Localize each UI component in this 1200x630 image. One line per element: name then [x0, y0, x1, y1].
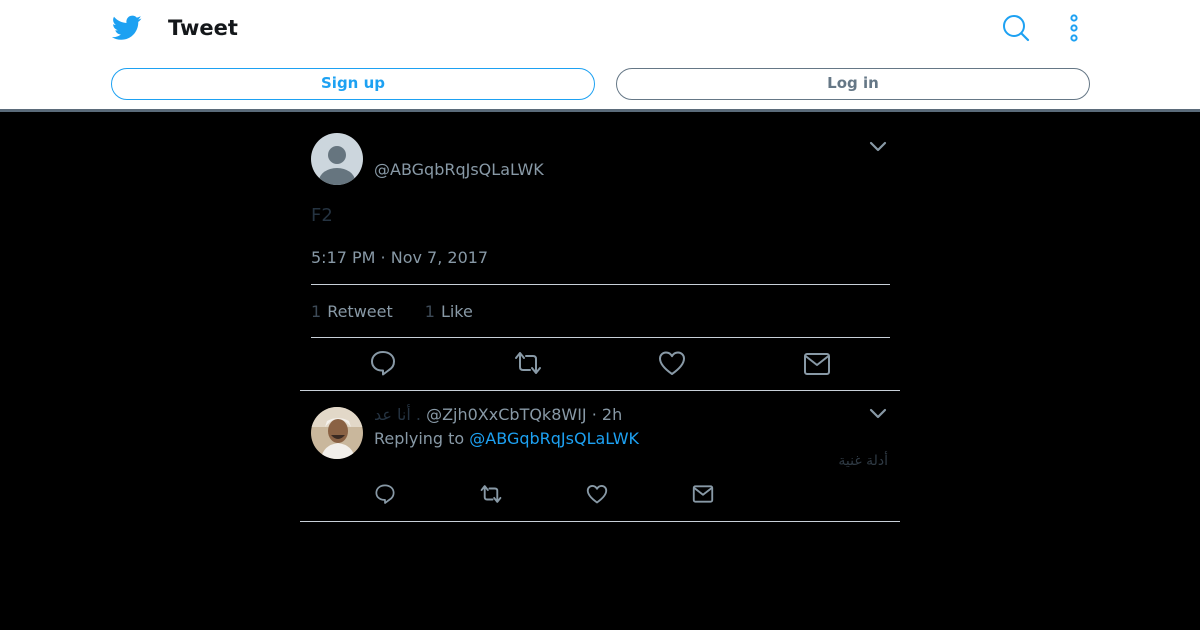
replying-to: Replying to @ABGqbRqJsQLaLWK	[374, 429, 639, 448]
message-icon[interactable]	[692, 484, 714, 504]
message-icon[interactable]	[803, 351, 831, 377]
retweet-count: 1	[311, 302, 322, 321]
avatar[interactable]	[311, 133, 363, 185]
like-count: 1	[424, 302, 435, 321]
like-icon[interactable]	[658, 350, 686, 376]
like-label: Like	[440, 302, 473, 321]
signup-button[interactable]: Sign up	[111, 68, 595, 100]
retweet-stat[interactable]: 1 Retweet	[311, 302, 393, 321]
chevron-down-icon[interactable]	[868, 407, 888, 421]
more-icon[interactable]	[1062, 12, 1086, 44]
reply-time[interactable]: · 2h	[592, 405, 623, 424]
reply-header: أنا عد . @Zjh0XxCbTQk8WIJ · 2h	[374, 405, 622, 424]
reply-author-handle[interactable]: @Zjh0XxCbTQk8WIJ	[426, 405, 587, 424]
search-icon[interactable]	[1000, 12, 1032, 44]
divider	[300, 521, 900, 522]
tweet-timestamp[interactable]: 5:17 PM · Nov 7, 2017	[311, 248, 488, 267]
like-stat[interactable]: 1 Like	[425, 302, 473, 321]
reply-author-name[interactable]: أنا عد .	[374, 405, 421, 424]
twitter-bird-icon[interactable]	[112, 14, 142, 42]
reply-text: أدلة غنية	[838, 453, 888, 469]
chevron-down-icon[interactable]	[868, 140, 888, 154]
replying-handle-link[interactable]: @ABGqbRqJsQLaLWK	[469, 429, 639, 448]
retweet-icon[interactable]	[513, 349, 543, 377]
top-bar: Tweet Sign up Log in	[0, 0, 1200, 112]
divider	[311, 337, 890, 338]
retweet-label: Retweet	[327, 302, 393, 321]
divider	[311, 284, 890, 285]
reply-icon[interactable]	[369, 349, 397, 377]
reply-icon[interactable]	[374, 483, 396, 505]
page-title: Tweet	[168, 16, 238, 40]
like-icon[interactable]	[586, 484, 608, 504]
retweet-icon[interactable]	[479, 483, 503, 505]
divider	[300, 390, 900, 391]
login-button[interactable]: Log in	[616, 68, 1090, 100]
replying-prefix: Replying to	[374, 429, 465, 448]
tweet-author-handle[interactable]: @ABGqbRqJsQLaLWK	[374, 160, 544, 179]
reply-avatar[interactable]	[311, 407, 363, 459]
tweet-text: F2	[311, 205, 333, 226]
tweet-stats: 1 Retweet 1 Like	[311, 302, 505, 321]
